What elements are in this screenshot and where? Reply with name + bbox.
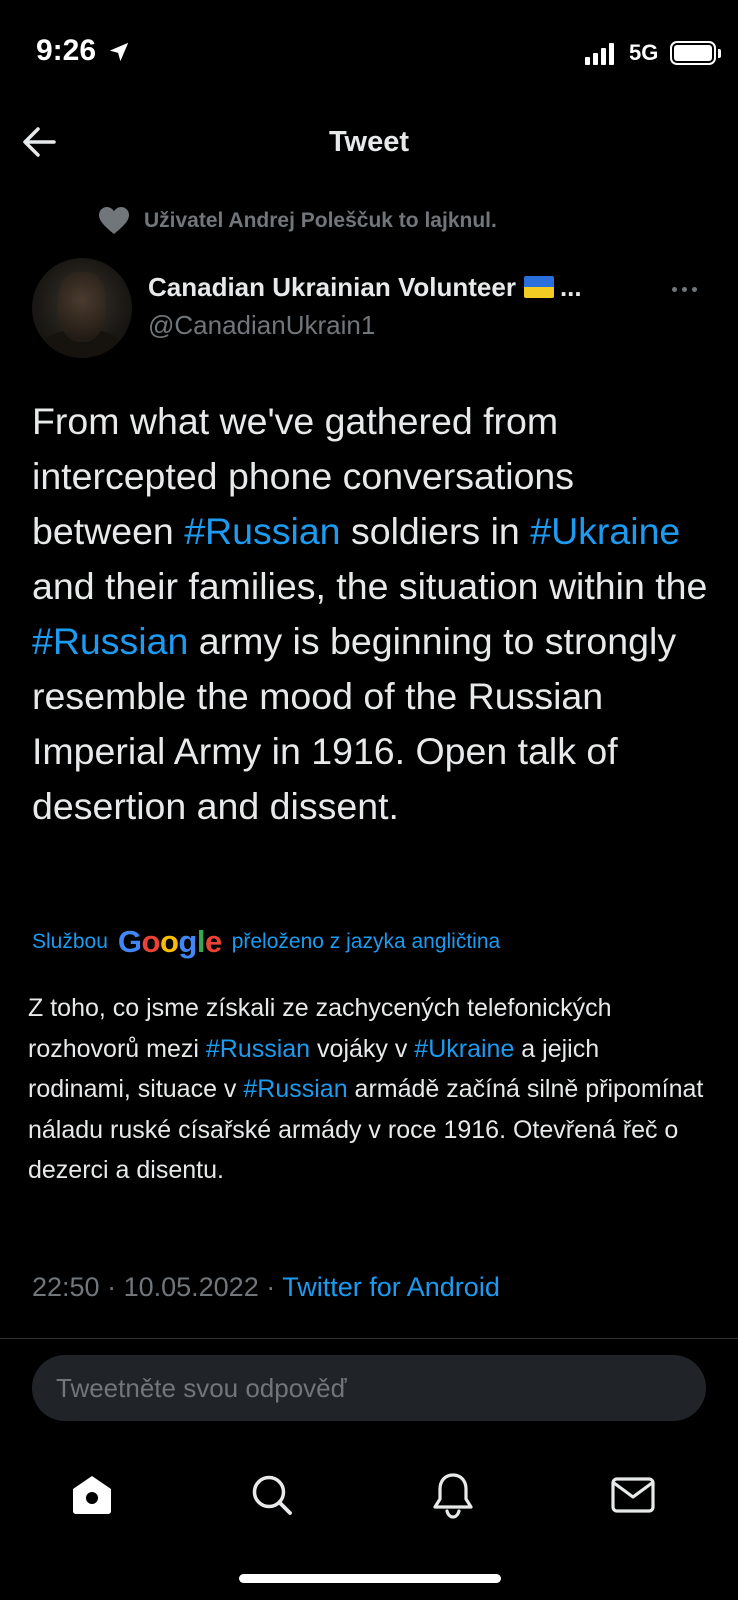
more-dot: [692, 286, 697, 292]
author-name-text: Canadian Ukrainian Volunteer: [148, 272, 516, 302]
notifications-bell-icon: [433, 1473, 473, 1519]
author-avatar[interactable]: [32, 258, 132, 358]
location-arrow-icon: [109, 42, 129, 62]
home-indicator[interactable]: [239, 1574, 501, 1583]
more-dot: [682, 286, 687, 292]
page-title: Tweet: [328, 126, 410, 158]
translated-text: Z toho, co jsme získali ze zachycených t…: [28, 988, 708, 1191]
author-name[interactable]: Canadian Ukrainian Volunteer...: [148, 272, 582, 303]
hashtag-russian[interactable]: #Russian: [184, 510, 340, 552]
heart-icon: [99, 207, 129, 234]
tweet-text-segment: and their families, the situation within…: [32, 565, 708, 607]
search-icon: [252, 1475, 292, 1515]
battery-icon: [670, 41, 716, 65]
signal-icon: [585, 43, 614, 65]
battery-tip: [718, 49, 721, 58]
nav-notifications[interactable]: [423, 1465, 483, 1525]
meta-separator: ·: [99, 1272, 124, 1302]
home-icon: [73, 1476, 111, 1514]
ukraine-flag-icon: [523, 276, 554, 298]
tweet-source-link[interactable]: Twitter for Android: [282, 1272, 500, 1302]
hashtag-ukraine[interactable]: #Ukraine: [530, 510, 680, 552]
google-logo: Google: [117, 924, 222, 959]
tweet-time: 22:50: [32, 1272, 100, 1302]
reply-input[interactable]: [32, 1355, 706, 1421]
hashtag-russian[interactable]: #Russian: [32, 620, 188, 662]
nav-search[interactable]: [242, 1465, 302, 1525]
nav-home[interactable]: [62, 1465, 122, 1525]
meta-separator: ·: [258, 1272, 283, 1302]
reply-box[interactable]: [32, 1355, 706, 1421]
author-name-ellipsis: ...: [559, 272, 582, 302]
social-context[interactable]: Uživatel Andrej Polеščuk to lajknul.: [98, 206, 497, 236]
more-options-button[interactable]: [672, 282, 704, 296]
translated-by-suffix: přeloženo z jazyka angličtina: [231, 930, 501, 953]
hashtag-russian[interactable]: #Russian: [243, 1075, 347, 1103]
messages-envelope-icon: [611, 1477, 655, 1513]
tweet-text: From what we've gathered from intercepte…: [32, 394, 722, 834]
translated-text-segment: vojáky v: [310, 1034, 415, 1063]
translated-by-google[interactable]: Službou Google přeloženo z jazyka anglič…: [32, 924, 500, 960]
header: Tweet: [0, 108, 738, 178]
author-handle[interactable]: @CanadianUkrain1: [148, 310, 375, 341]
nav-messages[interactable]: [603, 1465, 663, 1525]
hashtag-ukraine[interactable]: #Ukraine: [414, 1035, 514, 1063]
status-time: 9:26: [36, 34, 97, 67]
tweet-meta: 22:50 · 10.05.2022 · Twitter for Android: [32, 1272, 500, 1303]
network-type: 5G: [629, 40, 659, 65]
bottom-nav: [0, 1455, 738, 1535]
tweet-text-segment: soldiers in: [340, 510, 531, 552]
status-bar: 9:26 5G: [0, 0, 738, 100]
hashtag-russian[interactable]: #Russian: [206, 1035, 310, 1063]
divider: [0, 1338, 738, 1339]
social-context-text: Uživatel Andrej Polеščuk to lajknul.: [144, 209, 497, 232]
more-dot: [672, 286, 677, 292]
translated-by-prefix: Službou: [32, 930, 108, 953]
tweet-date: 10.05.2022: [123, 1272, 259, 1302]
